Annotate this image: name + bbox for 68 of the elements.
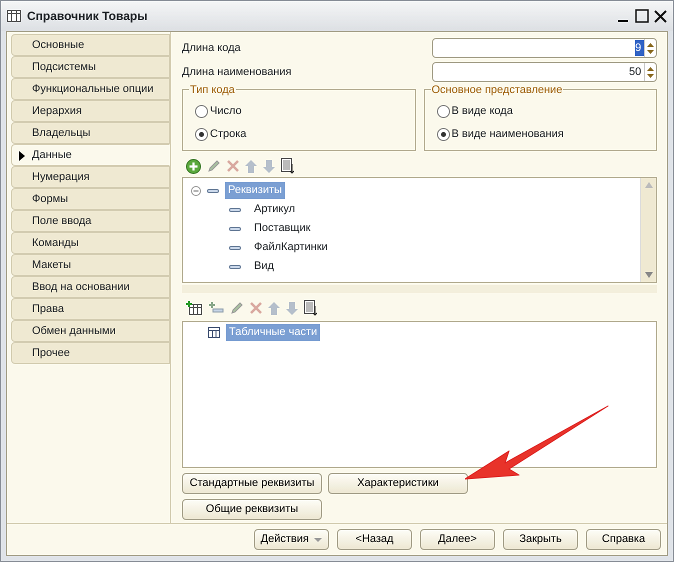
spin-down-icon[interactable] [647, 74, 654, 78]
sidebar-tab[interactable]: Макеты [11, 254, 170, 276]
sidebar-tab[interactable]: Права [11, 298, 170, 320]
sidebar-tab[interactable]: Функциональные опции [11, 78, 170, 100]
action-button[interactable]: Стандартные реквизиты [182, 473, 322, 494]
pencil-icon[interactable] [230, 301, 244, 315]
field-label: Длина наименования [182, 64, 292, 80]
add-icon[interactable] [186, 158, 201, 174]
scroll-down-icon[interactable] [644, 272, 652, 278]
sidebar-tab[interactable]: Команды [11, 232, 170, 254]
group-title: Тип кода [189, 82, 236, 98]
caret-icon [314, 538, 322, 542]
group-title: Основное представление [430, 82, 564, 98]
list-icon[interactable] [281, 158, 294, 174]
footer-button[interactable]: Далее> [420, 529, 495, 550]
attribute-icon [207, 188, 219, 192]
scrollbar[interactable] [640, 178, 656, 282]
close-icon[interactable] [654, 10, 667, 22]
action-button[interactable]: Характеристики [328, 473, 468, 494]
list-icon[interactable] [304, 300, 317, 316]
field-label: Длина кода [182, 40, 242, 56]
option-label: В виде наименования [452, 127, 564, 142]
sidebar-tab[interactable]: Обмен данными [11, 320, 170, 342]
add-row-icon[interactable] [208, 302, 224, 314]
window-title: Справочник Товары [27, 8, 148, 25]
radio-button[interactable] [436, 128, 450, 141]
sidebar-tab[interactable]: Данные [11, 144, 170, 166]
option-label: В виде кода [452, 104, 513, 120]
tree-item[interactable]: ФайлКартинки [251, 239, 331, 256]
attribute-icon [229, 208, 241, 212]
field-value: 50 [629, 64, 642, 80]
maximize-icon[interactable] [634, 9, 648, 23]
field-value: 9 [635, 40, 644, 56]
attribute-icon [229, 264, 241, 268]
sidebar-tab[interactable]: Прочее [11, 342, 170, 364]
option-label: Строка [210, 127, 246, 142]
add-table-icon[interactable] [186, 301, 202, 315]
footer-button[interactable]: Закрыть [503, 529, 578, 550]
spin-up-icon[interactable] [647, 42, 654, 46]
sidebar-tab[interactable]: Основные [11, 34, 170, 56]
tree-item[interactable]: Поставщик [251, 220, 314, 237]
sidebar-tab[interactable]: Нумерация [11, 166, 170, 188]
table-icon [208, 327, 220, 338]
tree-item[interactable]: Артикул [251, 201, 298, 218]
sidebar-tab[interactable]: Владельцы [11, 122, 170, 144]
footer-button[interactable]: Действия [254, 529, 329, 550]
footer-button[interactable]: Справка [586, 529, 661, 550]
pencil-icon[interactable] [207, 159, 221, 173]
table-icon [7, 10, 21, 22]
tree-item[interactable]: Вид [251, 258, 277, 275]
footer-button[interactable]: <Назад [337, 529, 412, 550]
option-label: Число [210, 104, 242, 120]
sidebar-tab[interactable]: Ввод на основании [11, 276, 170, 298]
number-field[interactable]: 9 [432, 38, 657, 58]
collapse-icon[interactable] [191, 186, 201, 196]
sidebar-tab[interactable]: Иерархия [11, 100, 170, 122]
attribute-icon [229, 226, 241, 230]
spin-up-icon[interactable] [647, 66, 654, 70]
sidebar-tab[interactable]: Поле ввода [11, 210, 170, 232]
sidebar-tab[interactable]: Подсистемы [11, 56, 170, 78]
sidebar-tab[interactable]: Формы [11, 188, 170, 210]
radio-button[interactable] [195, 105, 208, 118]
action-button[interactable]: Общие реквизиты [182, 499, 322, 520]
radio-button[interactable] [195, 128, 208, 141]
radio-button[interactable] [436, 105, 450, 118]
attribute-icon [229, 246, 241, 250]
spin-down-icon[interactable] [647, 50, 654, 54]
number-field[interactable]: 50 [432, 62, 657, 82]
